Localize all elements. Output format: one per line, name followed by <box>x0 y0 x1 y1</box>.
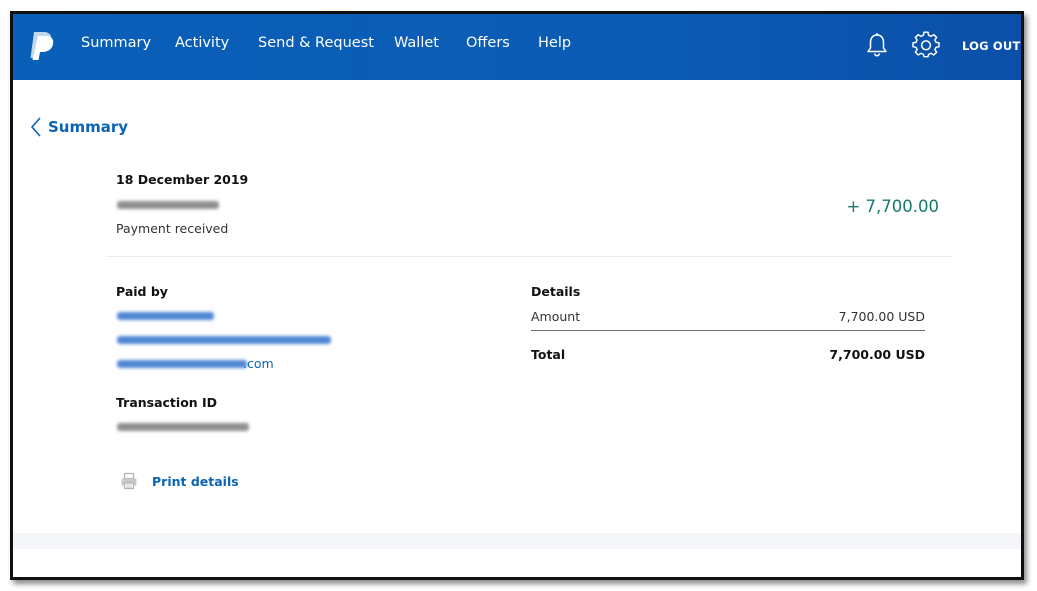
section-divider <box>106 256 952 257</box>
back-label: Summary <box>48 118 129 136</box>
redacted-transaction-id <box>117 423 249 431</box>
redacted-payer-website-link[interactable] <box>117 336 331 344</box>
redacted-payer-name <box>117 201 219 209</box>
details-amount-row: Amount 7,700.00 USD <box>531 309 925 324</box>
total-label: Total <box>531 347 566 362</box>
transaction-status: Payment received <box>116 221 229 236</box>
amount-label: Amount <box>531 309 581 324</box>
nav-help[interactable]: Help <box>538 35 571 51</box>
nav-activity[interactable]: Activity <box>175 35 229 51</box>
redacted-payer-name-link[interactable] <box>117 312 214 320</box>
nav-summary[interactable]: Summary <box>81 35 151 51</box>
transaction-id-heading: Transaction ID <box>116 395 218 410</box>
payer-email-suffix[interactable]: .com <box>243 356 274 371</box>
printer-icon <box>121 472 137 490</box>
nav-offers[interactable]: Offers <box>466 35 510 51</box>
logout-button[interactable]: LOG OUT <box>962 39 1021 53</box>
paypal-logo-icon[interactable] <box>27 30 55 62</box>
amount-value: 7,700.00 USD <box>838 309 925 324</box>
paid-by-heading: Paid by <box>116 284 168 299</box>
transaction-date: 18 December 2019 <box>116 172 249 187</box>
redacted-payer-email[interactable] <box>117 360 247 368</box>
nav-wallet[interactable]: Wallet <box>394 35 439 51</box>
details-total-row: Total 7,700.00 USD <box>531 347 925 362</box>
top-navbar: Summary Activity Send & Request Wallet O… <box>13 14 1021 80</box>
gear-icon[interactable] <box>912 31 940 59</box>
transaction-amount: + 7,700.00 <box>846 197 939 216</box>
details-heading: Details <box>531 284 581 299</box>
browser-frame: Summary Activity Send & Request Wallet O… <box>10 11 1024 580</box>
footer-band <box>13 533 1021 549</box>
nav-send-request[interactable]: Send & Request <box>258 35 374 51</box>
chevron-left-icon <box>30 117 41 137</box>
print-details-button[interactable]: Print details <box>120 472 239 490</box>
print-details-label: Print details <box>152 473 239 489</box>
details-divider <box>531 330 925 331</box>
back-to-summary-link[interactable]: Summary <box>29 116 128 138</box>
total-value: 7,700.00 USD <box>829 347 925 362</box>
bell-icon[interactable] <box>863 31 891 59</box>
